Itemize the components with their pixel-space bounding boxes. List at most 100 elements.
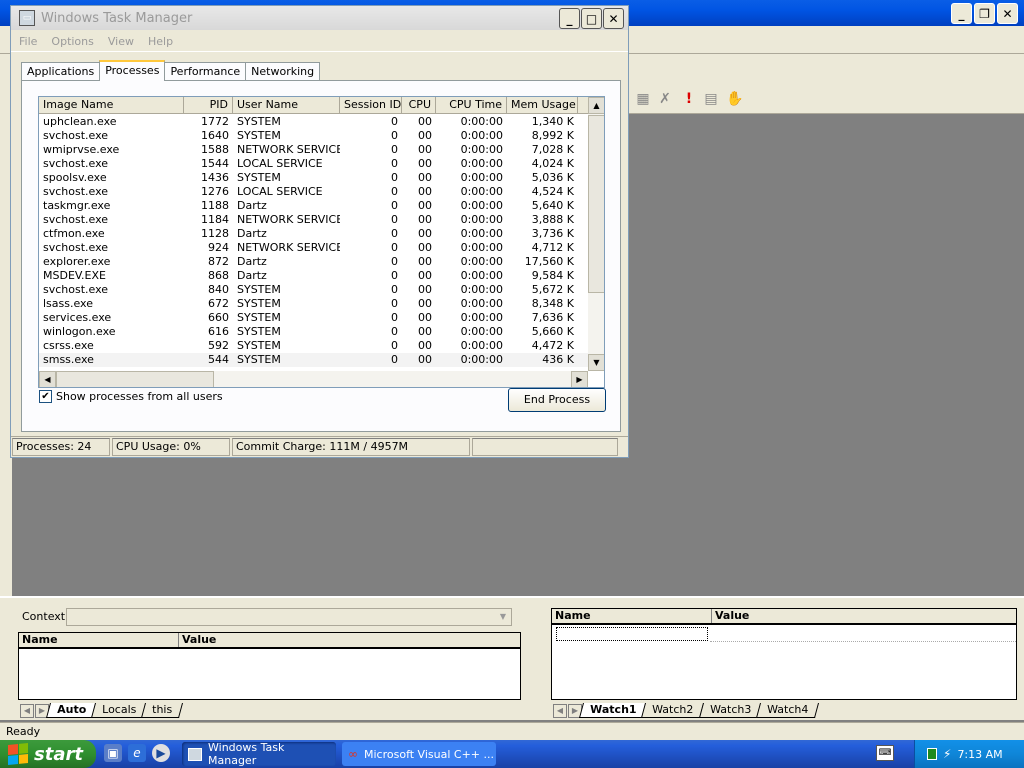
taskbar-button-visual-cpp[interactable]: ∞ Microsoft Visual C++ ... <box>342 742 496 766</box>
table-row[interactable]: svchost.exe 1184 NETWORK SERVICE 0 00 0:00:00… <box>39 213 588 227</box>
table-cell: SYSTEM <box>237 171 281 184</box>
ide-minimize-button[interactable]: _ <box>951 3 972 24</box>
table-row[interactable]: wmiprvse.exe 1588 NETWORK SERVICE 0 00 0:00:0… <box>39 143 588 157</box>
status-processes: Processes: 24 <box>12 438 110 456</box>
tray-app-icon[interactable] <box>927 748 937 760</box>
table-cell: Dartz <box>237 269 267 282</box>
tab-this[interactable]: this <box>141 703 184 718</box>
horizontal-scrollbar[interactable]: ◀ ▶ <box>39 371 588 387</box>
table-row[interactable]: services.exe 660 SYSTEM 0 00 0:00:00 7,636 K <box>39 311 588 325</box>
scroll-down-icon[interactable]: ▼ <box>588 354 604 371</box>
close-button[interactable]: ✕ <box>603 8 624 29</box>
table-cell: smss.exe <box>43 353 94 366</box>
table-row[interactable]: svchost.exe 924 NETWORK SERVICE 0 00 0:00:00 4… <box>39 241 588 255</box>
column-header-value[interactable]: Value <box>179 633 520 647</box>
scroll-up-icon[interactable]: ▲ <box>588 97 604 114</box>
keyboard-icon[interactable]: ⌨ <box>876 745 894 761</box>
taskbar-button-task-manager[interactable]: Windows Task Manager <box>182 741 336 767</box>
process-list[interactable]: Image Name PID User Name Session ID CPU … <box>38 96 605 388</box>
tab-scroll-left-icon[interactable]: ◀ <box>553 704 567 718</box>
table-cell: 0 <box>391 241 398 254</box>
table-row[interactable]: winlogon.exe 616 SYSTEM 0 00 0:00:00 5,660 K <box>39 325 588 339</box>
table-cell: 1588 <box>201 143 229 156</box>
table-row[interactable]: svchost.exe 1544 LOCAL SERVICE 0 00 0:00:00 4,… <box>39 157 588 171</box>
table-row[interactable]: svchost.exe 1276 LOCAL SERVICE 0 00 0:00:00 4,… <box>39 185 588 199</box>
table-row[interactable]: MSDEV.EXE 868 Dartz 0 00 0:00:00 9,584 K <box>39 269 588 283</box>
table-row[interactable]: lsass.exe 672 SYSTEM 0 00 0:00:00 8,348 K <box>39 297 588 311</box>
clock[interactable]: 7:13 AM <box>957 748 1002 761</box>
table-row[interactable]: svchost.exe 1640 SYSTEM 0 00 0:00:00 8,992 K <box>39 129 588 143</box>
menu-options[interactable]: Options <box>51 35 93 48</box>
start-button[interactable]: start <box>0 740 96 768</box>
column-header-cpu-time[interactable]: CPU Time <box>436 97 507 113</box>
document-icon[interactable]: ▤ <box>702 90 720 108</box>
exclamation-icon[interactable]: ! <box>680 90 698 108</box>
show-all-checkbox[interactable]: ✔ <box>39 390 52 403</box>
table-row[interactable]: smss.exe 544 SYSTEM 0 00 0:00:00 436 K <box>39 353 588 367</box>
menu-file[interactable]: File <box>19 35 37 48</box>
grid-icon[interactable]: ▦ <box>634 90 652 108</box>
tab-watch3[interactable]: Watch3 <box>698 703 762 718</box>
watch-grid[interactable] <box>551 624 1017 700</box>
tab-auto[interactable]: Auto <box>45 703 98 718</box>
watch-edit-cell[interactable] <box>556 627 708 641</box>
tab-performance[interactable]: Performance <box>164 62 247 81</box>
variables-grid[interactable] <box>18 648 521 700</box>
table-cell: ctfmon.exe <box>43 227 105 240</box>
tab-watch4[interactable]: Watch4 <box>755 703 820 718</box>
media-player-icon[interactable]: ▶ <box>152 744 170 762</box>
tab-scroll-left-icon[interactable]: ◀ <box>20 704 34 718</box>
horizontal-scroll-thumb[interactable] <box>56 371 214 387</box>
tab-processes[interactable]: Processes <box>99 60 166 81</box>
table-row[interactable]: csrss.exe 592 SYSTEM 0 00 0:00:00 4,472 K <box>39 339 588 353</box>
column-header-pid[interactable]: PID <box>184 97 233 113</box>
scroll-right-icon[interactable]: ▶ <box>571 371 588 387</box>
chevron-down-icon[interactable]: ▼ <box>495 609 511 625</box>
desktop-icon[interactable]: ▣ <box>104 744 122 762</box>
table-row[interactable]: svchost.exe 840 SYSTEM 0 00 0:00:00 5,672 K <box>39 283 588 297</box>
watch-grid-header: Name Value <box>551 608 1017 624</box>
context-label: Context: <box>22 610 69 623</box>
column-header-mem-usage[interactable]: Mem Usage <box>507 97 578 113</box>
column-header-name[interactable]: Name <box>552 609 712 623</box>
windows-flag-icon <box>8 742 28 766</box>
column-header-cpu[interactable]: CPU <box>402 97 436 113</box>
context-dropdown[interactable]: ▼ <box>66 608 512 626</box>
scroll-left-icon[interactable]: ◀ <box>39 371 56 387</box>
table-cell: 00 <box>418 353 432 366</box>
vertical-scrollbar[interactable]: ▲ ▼ <box>588 97 604 371</box>
table-row[interactable]: ctfmon.exe 1128 Dartz 0 00 0:00:00 3,736 K <box>39 227 588 241</box>
tab-applications[interactable]: Applications <box>21 62 101 81</box>
table-row[interactable]: explorer.exe 872 Dartz 0 00 0:00:00 17,560 K <box>39 255 588 269</box>
tab-networking[interactable]: Networking <box>245 62 321 81</box>
menu-view[interactable]: View <box>108 35 134 48</box>
column-header-name[interactable]: Name <box>19 633 179 647</box>
minimize-button[interactable]: _ <box>559 8 580 29</box>
tab-locals[interactable]: Locals <box>91 703 148 718</box>
menu-help[interactable]: Help <box>148 35 173 48</box>
taskbar-button-label: Microsoft Visual C++ ... <box>364 747 494 761</box>
column-header-value[interactable]: Value <box>712 609 1016 623</box>
task-manager-titlebar[interactable]: ▭ Windows Task Manager _ □ ✕ <box>11 6 628 30</box>
column-header-image-name[interactable]: Image Name <box>39 97 184 113</box>
table-cell: Dartz <box>237 255 267 268</box>
ide-close-button[interactable]: ✕ <box>997 3 1018 24</box>
table-row[interactable]: uphclean.exe 1772 SYSTEM 0 00 0:00:00 1,340 K <box>39 115 588 129</box>
column-header-user-name[interactable]: User Name <box>233 97 340 113</box>
delete-icon[interactable]: ✗ <box>656 90 674 108</box>
table-cell: 1128 <box>201 227 229 240</box>
maximize-button[interactable]: □ <box>581 8 602 29</box>
internet-explorer-icon[interactable]: e <box>128 744 146 762</box>
show-all-processes-option[interactable]: ✔ Show processes from all users <box>39 390 223 403</box>
table-row[interactable]: spoolsv.exe 1436 SYSTEM 0 00 0:00:00 5,036 K <box>39 171 588 185</box>
ide-restore-button[interactable]: ❐ <box>974 3 995 24</box>
table-row[interactable]: taskmgr.exe 1188 Dartz 0 00 0:00:00 5,640 K <box>39 199 588 213</box>
hand-icon[interactable]: ✋ <box>726 90 744 108</box>
network-icon[interactable]: ⚡ <box>943 747 951 761</box>
column-header-session-id[interactable]: Session ID <box>340 97 402 113</box>
vertical-scroll-thumb[interactable] <box>588 115 604 293</box>
tab-watch2[interactable]: Watch2 <box>641 703 705 718</box>
tab-watch1[interactable]: Watch1 <box>578 703 648 718</box>
table-cell: 5,640 K <box>531 199 574 212</box>
end-process-button[interactable]: End Process <box>508 388 606 412</box>
